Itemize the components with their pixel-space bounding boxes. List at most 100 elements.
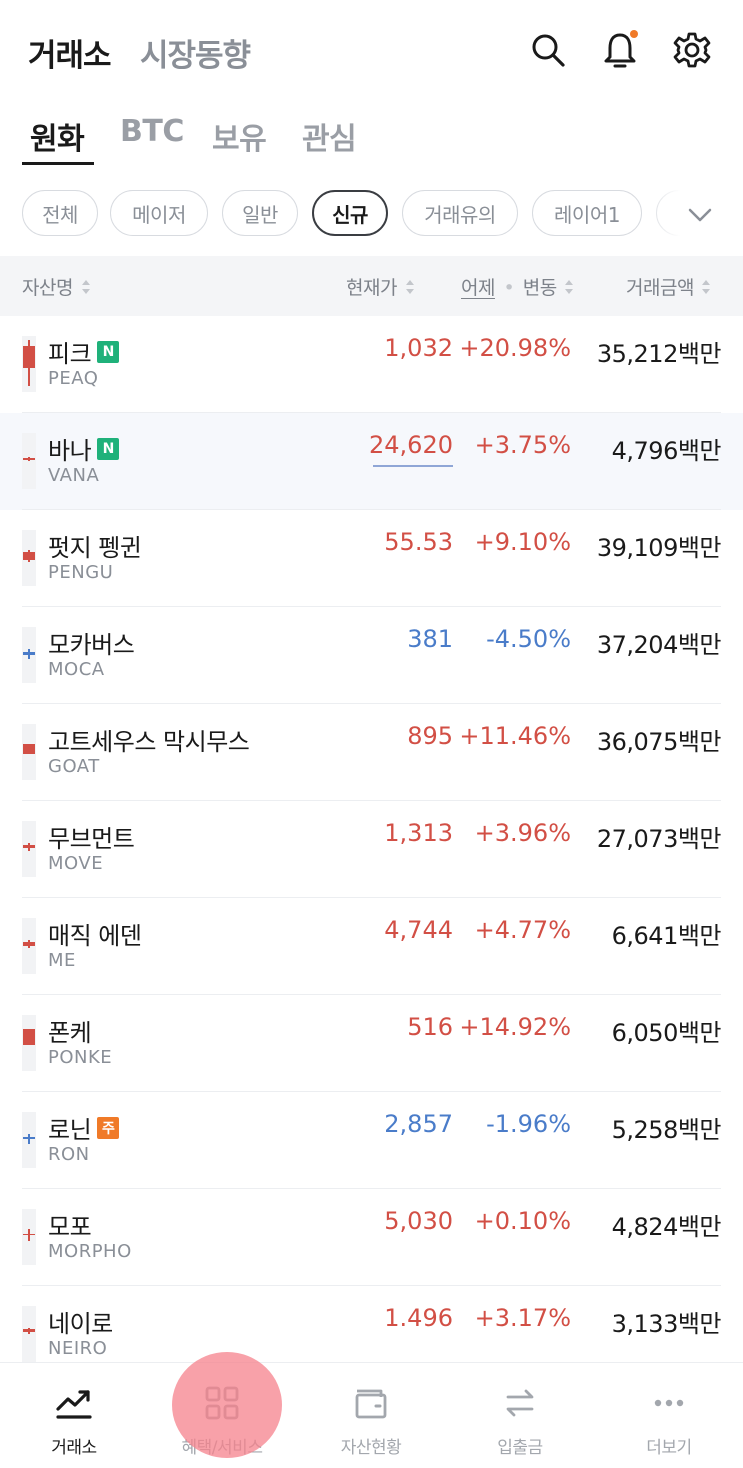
- table-row[interactable]: 폰케 PONKE 516 +14.92% 6,050백만: [0, 995, 743, 1092]
- market-tabs: 원화 BTC 보유 관심: [0, 100, 743, 170]
- tab-favorites[interactable]: 관심: [302, 114, 357, 158]
- change-rate: +20.98%: [459, 334, 571, 362]
- active-tab-indicator: [22, 162, 94, 165]
- col-volume-sort[interactable]: 거래금액: [626, 273, 711, 300]
- asset-name: 매직 에덴: [48, 922, 142, 950]
- col-change-period[interactable]: 어제: [461, 277, 495, 299]
- col-volume-label: 거래금액: [626, 277, 694, 299]
- trade-volume: 3,133백만: [611, 1310, 722, 1338]
- current-price: 1.496: [384, 1304, 453, 1332]
- price-update-indicator: [373, 465, 453, 467]
- tab-krw[interactable]: 원화: [30, 114, 85, 158]
- chip-caution[interactable]: 거래유의: [402, 190, 518, 236]
- current-price: 24,620: [369, 431, 453, 459]
- notification-dot: [630, 30, 638, 38]
- trade-volume: 37,204백만: [596, 631, 722, 659]
- asset-name: 폰케: [48, 1019, 92, 1047]
- table-row[interactable]: 고트세우스 막시무스 GOAT 895 +11.46% 36,075백만: [0, 704, 743, 801]
- change-rate: -1.96%: [486, 1110, 571, 1138]
- nav-label: 입출금: [497, 1438, 543, 1458]
- col-price-sort[interactable]: 현재가: [346, 273, 415, 300]
- candle-icon: [22, 821, 36, 877]
- asset-symbol: MOCA: [48, 659, 105, 680]
- table-row[interactable]: 로닌 주 RON 2,857 -1.96% 5,258백만: [0, 1092, 743, 1189]
- col-name-label: 자산명: [22, 277, 73, 299]
- trade-volume: 6,641백만: [611, 922, 722, 950]
- col-change-sort[interactable]: 어제 • 변동: [461, 273, 574, 300]
- table-row[interactable]: 바나 N VANA 24,620 +3.75% 4,796백만: [0, 413, 743, 510]
- nav-more[interactable]: 더보기: [595, 1363, 743, 1468]
- asset-name: 피크: [48, 340, 92, 368]
- notification-button[interactable]: [598, 28, 642, 72]
- nav-label: 더보기: [646, 1438, 692, 1458]
- asset-name: 네이로: [48, 1310, 113, 1338]
- chart-trend-icon: [56, 1390, 92, 1419]
- table-row[interactable]: 매직 에덴 ME 4,744 +4.77% 6,641백만: [0, 898, 743, 995]
- transfer-arrows-icon: [506, 1389, 534, 1417]
- table-row[interactable]: 피크 N PEAQ 1,032 +20.98% 35,212백만: [0, 316, 743, 413]
- nav-label: 자산현황: [340, 1438, 402, 1458]
- asset-name: 모카버스: [48, 631, 135, 659]
- change-rate: +9.10%: [474, 528, 571, 556]
- asset-symbol: GOAT: [48, 756, 100, 777]
- chip-new[interactable]: 신규: [312, 190, 388, 236]
- top-header: 거래소 시장동향: [0, 0, 743, 100]
- trade-volume: 39,109백만: [596, 534, 722, 562]
- trade-volume: 5,258백만: [611, 1116, 722, 1144]
- asset-symbol: MOVE: [48, 853, 104, 874]
- candle-icon: [22, 1112, 36, 1168]
- candle-icon: [22, 1015, 36, 1071]
- current-price: 1,313: [384, 819, 453, 847]
- candle-icon: [22, 1306, 36, 1362]
- asset-symbol: PONKE: [48, 1047, 113, 1068]
- search-icon: [532, 34, 565, 67]
- chip-all[interactable]: 전체: [22, 190, 98, 236]
- change-rate: +4.77%: [474, 916, 571, 944]
- tab-holdings[interactable]: 보유: [212, 114, 267, 158]
- search-button[interactable]: [526, 28, 570, 72]
- trade-volume: 35,212백만: [596, 340, 722, 368]
- nav-assets[interactable]: 자산현황: [297, 1363, 445, 1468]
- asset-symbol: NEIRO: [48, 1338, 108, 1359]
- asset-symbol: VANA: [48, 465, 100, 486]
- table-row[interactable]: 무브먼트 MOVE 1,313 +3.96% 27,073백만: [0, 801, 743, 898]
- asset-symbol: PENGU: [48, 562, 114, 583]
- trade-volume: 4,796백만: [611, 437, 722, 465]
- asset-name: 모포: [48, 1213, 92, 1241]
- new-badge: N: [97, 437, 120, 460]
- new-badge: N: [97, 340, 120, 363]
- change-rate: +3.96%: [474, 819, 571, 847]
- chip-general[interactable]: 일반: [222, 190, 298, 236]
- current-price: 516: [407, 1013, 453, 1041]
- table-row[interactable]: 펏지 펭귄 PENGU 55.53 +9.10% 39,109백만: [0, 510, 743, 607]
- market-trend-title-tab[interactable]: 시장동향: [140, 30, 251, 75]
- sort-icon: [405, 280, 414, 294]
- trade-volume: 27,073백만: [596, 825, 722, 853]
- table-row[interactable]: 모카버스 MOCA 381 -4.50% 37,204백만: [0, 607, 743, 704]
- change-rate: +3.17%: [474, 1304, 571, 1332]
- sort-icon: [702, 280, 711, 294]
- col-price-label: 현재가: [346, 277, 397, 299]
- nav-deposit-withdraw[interactable]: 입출금: [446, 1363, 594, 1468]
- column-header: 자산명 현재가 어제 • 변동 거래금액: [0, 256, 743, 316]
- candle-icon: [22, 336, 36, 392]
- current-price: 5,030: [384, 1207, 453, 1235]
- chevron-down-icon[interactable]: [685, 200, 715, 230]
- wallet-icon: [355, 1389, 387, 1419]
- settings-button[interactable]: [670, 28, 714, 72]
- asset-symbol: RON: [48, 1144, 90, 1165]
- asset-symbol: PEAQ: [48, 368, 99, 389]
- col-name-sort[interactable]: 자산명: [22, 273, 91, 300]
- nav-exchange[interactable]: 거래소: [0, 1363, 148, 1468]
- asset-symbol: MORPHO: [48, 1241, 132, 1262]
- chip-layer1[interactable]: 레이어1: [532, 190, 642, 236]
- asset-name: 고트세우스 막시무스: [48, 728, 250, 756]
- current-price: 55.53: [384, 528, 453, 556]
- current-price: 895: [407, 722, 453, 750]
- table-row[interactable]: 모포 MORPHO 5,030 +0.10% 4,824백만: [0, 1189, 743, 1286]
- sort-icon: [81, 280, 90, 294]
- chip-major[interactable]: 메이저: [110, 190, 208, 236]
- exchange-title-tab[interactable]: 거래소: [28, 30, 112, 75]
- tab-btc[interactable]: BTC: [120, 114, 184, 149]
- col-change-label: 변동: [522, 277, 557, 299]
